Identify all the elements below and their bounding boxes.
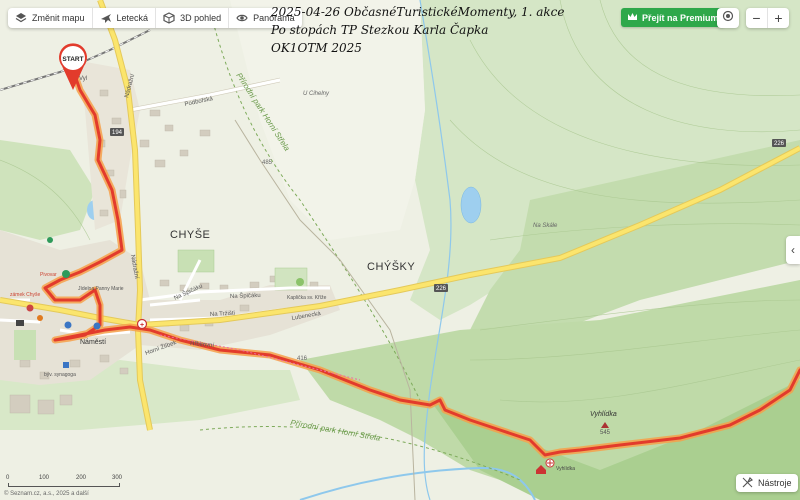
- place-label-namesti: Náměstí: [80, 339, 106, 346]
- svg-text:226: 226: [774, 141, 785, 147]
- aerial-label: Letecká: [116, 13, 149, 23]
- change-map-button[interactable]: Změnit mapu: [8, 8, 92, 28]
- scale-bar: 0 100 200 300: [4, 475, 124, 489]
- road-shield-226-b: 226: [772, 139, 786, 147]
- premium-button[interactable]: Přejít na Premium: [621, 8, 725, 27]
- svg-text:+: +: [140, 322, 144, 329]
- aerial-button[interactable]: Letecká: [91, 8, 156, 28]
- elevation-label-485: 485: [262, 160, 273, 166]
- scale-label-100: 100: [39, 475, 50, 481]
- 3d-view-label: 3D pohled: [180, 13, 222, 23]
- viewpoint-label: Vyhlídka: [590, 411, 617, 418]
- viewpoint-elevation: 545: [600, 430, 611, 436]
- zoom-in-button[interactable]: +: [767, 8, 789, 28]
- crown-icon: [627, 12, 638, 23]
- place-label-chyse: CHYŠE: [170, 228, 210, 241]
- route-title-line-2: Po stopách TP Stezkou Karla Čapka: [271, 23, 489, 37]
- svg-text:226: 226: [436, 286, 447, 292]
- place-label-zamek: zámek Chyše: [10, 292, 41, 298]
- street-label-na-spicaku-2: Na Špičáku: [230, 292, 261, 300]
- 3d-view-button[interactable]: 3D pohled: [155, 8, 228, 28]
- route-title-line-1: 2025-04-26 ObčasnéTuristickéMomenty, 1. …: [271, 5, 565, 19]
- side-panel-toggle[interactable]: ‹: [786, 236, 800, 264]
- route-title-overlay: 2025-04-26 ObčasnéTuristickéMomenty, 1. …: [271, 3, 564, 57]
- street-label-vyl: Vyl: [79, 76, 87, 82]
- square-green: [14, 330, 36, 360]
- tools-button[interactable]: Nástroje: [736, 474, 798, 492]
- scale-label-0: 0: [6, 475, 10, 481]
- airplane-icon: [100, 12, 112, 24]
- locate-button[interactable]: [717, 8, 739, 28]
- place-label-chysky: CHÝŠKY: [367, 260, 415, 273]
- scale-line: [8, 483, 120, 487]
- viewpoint-small-icon: [545, 458, 555, 468]
- premium-label: Přejít na Premium: [642, 12, 719, 23]
- svg-text:START: START: [62, 56, 83, 63]
- scale-label-300: 300: [112, 475, 123, 481]
- place-label-na-skale: Na Skále: [533, 223, 558, 229]
- layers-icon: [15, 12, 27, 24]
- place-label-jidelna: Jídelna Panny Marie: [78, 286, 124, 292]
- map-toolbar: Změnit mapu Letecká 3D pohled Panorama: [8, 8, 302, 28]
- viewpoint-small-label: Vyhlídka: [556, 466, 575, 472]
- cube-icon: [163, 12, 175, 24]
- eye-icon: [236, 12, 248, 24]
- elevation-label-416: 416: [297, 356, 308, 362]
- route-title-line-3: OK1OTM 2025: [271, 41, 362, 55]
- scale-label-200: 200: [76, 475, 87, 481]
- place-label-pivovar: Pivovar: [40, 272, 57, 278]
- road-shield-226-a: 226: [434, 284, 448, 292]
- tools-icon: [742, 476, 754, 490]
- copyright-notice[interactable]: © Seznam.cz, a.s., 2025 a další: [4, 491, 89, 497]
- map-canvas[interactable]: 194 226 226 485 416 CHYŠE CHÝŠKY U Cihel…: [0, 0, 800, 500]
- tools-label: Nástroje: [758, 478, 792, 488]
- place-label-u-cihelny: U Cihelny: [303, 91, 330, 97]
- road-shield-194: 194: [110, 128, 124, 136]
- change-map-label: Změnit mapu: [32, 13, 85, 23]
- target-icon: [722, 9, 734, 27]
- pond: [460, 186, 482, 224]
- place-label-synagoga: býv. synagoga: [44, 372, 76, 378]
- place-label-kaple: Kaplička sv. Kříže: [287, 295, 327, 301]
- svg-text:194: 194: [112, 130, 123, 136]
- zoom-out-button[interactable]: −: [746, 8, 767, 28]
- zoom-controls: − +: [746, 8, 789, 28]
